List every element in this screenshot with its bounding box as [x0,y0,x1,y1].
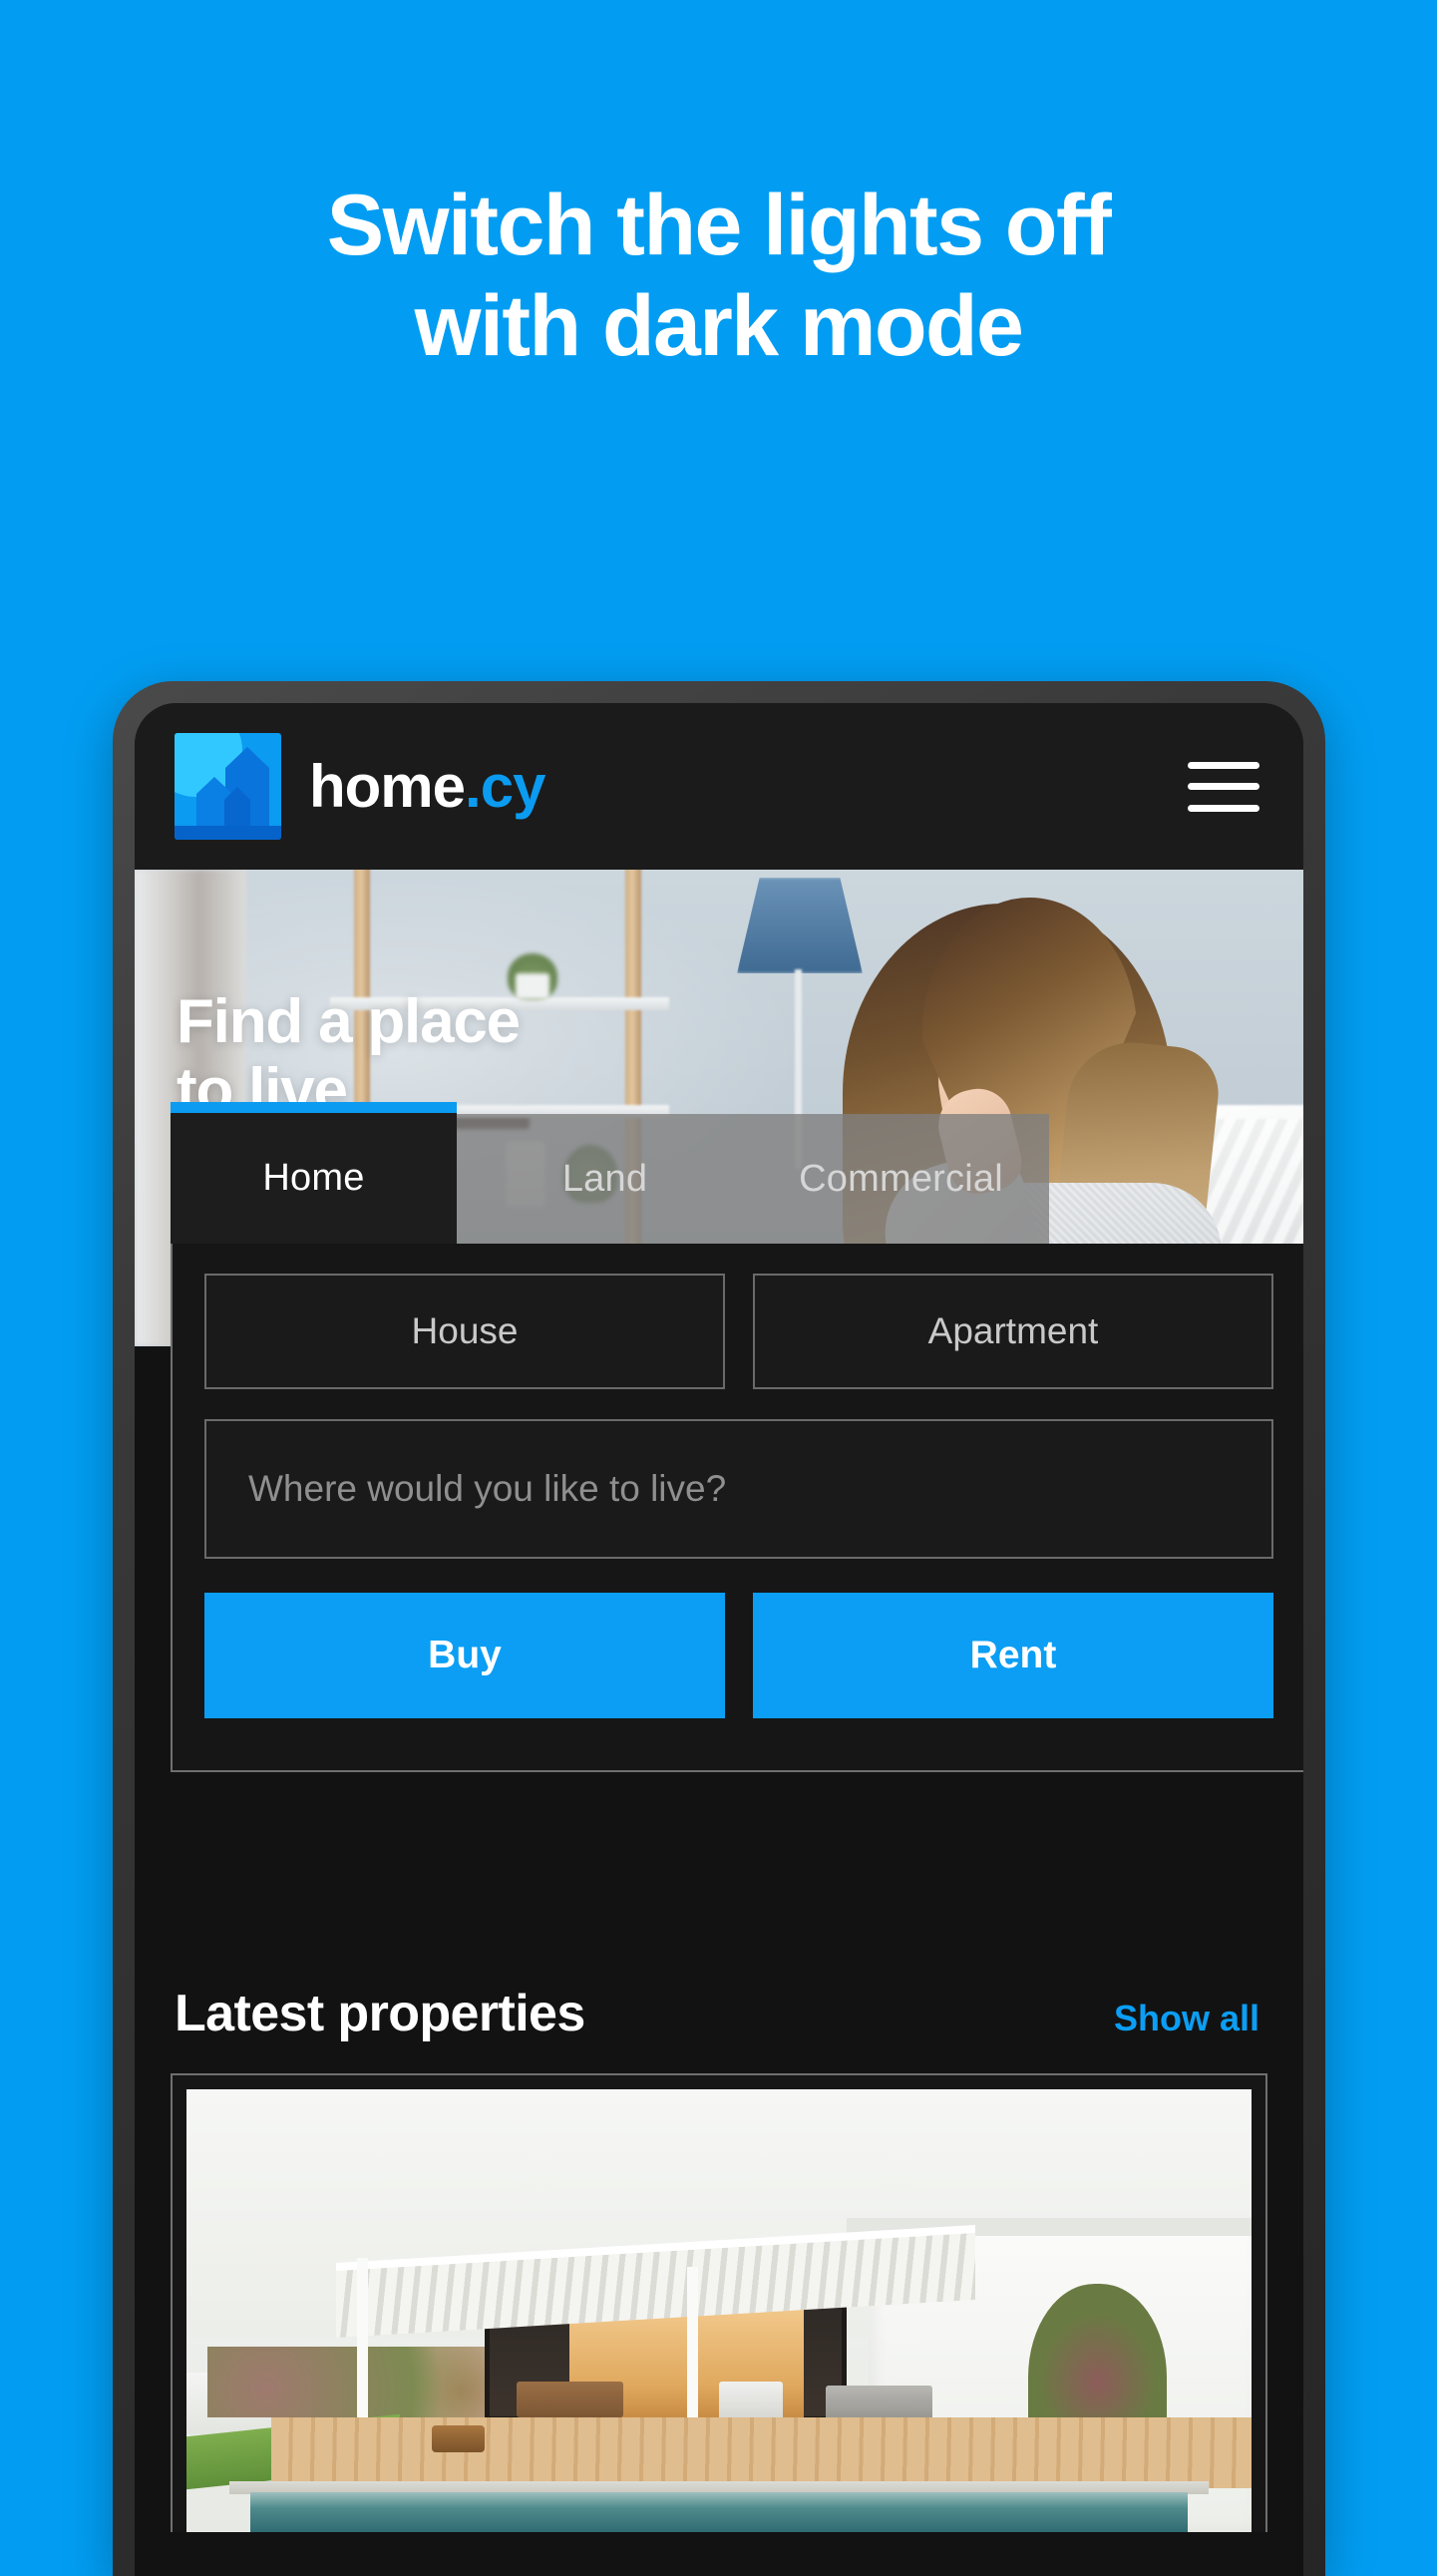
menu-bar-1 [1188,761,1259,769]
property-card[interactable] [171,2073,1267,2532]
phone-screen: home.cy Find a place to live Home Land C… [135,703,1303,2576]
property-type-house-label: House [411,1310,519,1351]
tab-land[interactable]: Land [457,1114,753,1244]
property-type-group: House Apartment [204,1274,1273,1389]
brand-name: home.cy [309,756,545,817]
phone-mockup-frame: home.cy Find a place to live Home Land C… [113,681,1325,2576]
promo-headline-line-1: Switch the lights off [326,178,1112,273]
buy-button[interactable]: Buy [204,1593,725,1718]
brand-lockup[interactable]: home.cy [175,733,545,840]
promo-headline-line-2: with dark mode [414,277,1024,374]
hamburger-menu-icon[interactable] [1188,758,1259,816]
property-type-apartment-label: Apartment [927,1310,1099,1351]
brand-tld-text: .cy [465,752,545,820]
property-type-house[interactable]: House [204,1274,725,1389]
property-photo [186,2089,1252,2532]
brand-name-text: home [309,752,466,820]
home-building-logo-icon [175,733,281,840]
tab-home-label: Home [262,1157,365,1199]
tab-commercial-label: Commercial [799,1157,1003,1200]
rent-button[interactable]: Rent [753,1593,1273,1718]
latest-properties-section: Latest properties Show all [135,1962,1303,2532]
search-form-card: House Apartment Buy Rent [171,1244,1303,1772]
tab-commercial[interactable]: Commercial [753,1114,1049,1244]
search-actions: Buy Rent [204,1593,1273,1718]
latest-properties-title: Latest properties [175,1985,585,2042]
tab-home[interactable]: Home [171,1102,457,1244]
hero-title-line-1: Find a place [177,987,521,1056]
search-tab-strip[interactable]: Home Land Commercial [171,1102,1303,1244]
location-search-input[interactable] [204,1419,1273,1559]
show-all-link[interactable]: Show all [1114,1998,1259,2039]
menu-bar-2 [1188,783,1259,790]
property-type-apartment[interactable]: Apartment [753,1274,1273,1389]
app-header: home.cy [135,703,1303,870]
search-panel: Home Land Commercial House Apartment Whe… [171,1102,1303,1772]
promo-headline: Switch the lights off with dark mode [0,176,1437,376]
tab-land-label: Land [561,1157,648,1200]
latest-properties-header: Latest properties Show all [171,1962,1267,2073]
menu-bar-3 [1188,804,1259,812]
